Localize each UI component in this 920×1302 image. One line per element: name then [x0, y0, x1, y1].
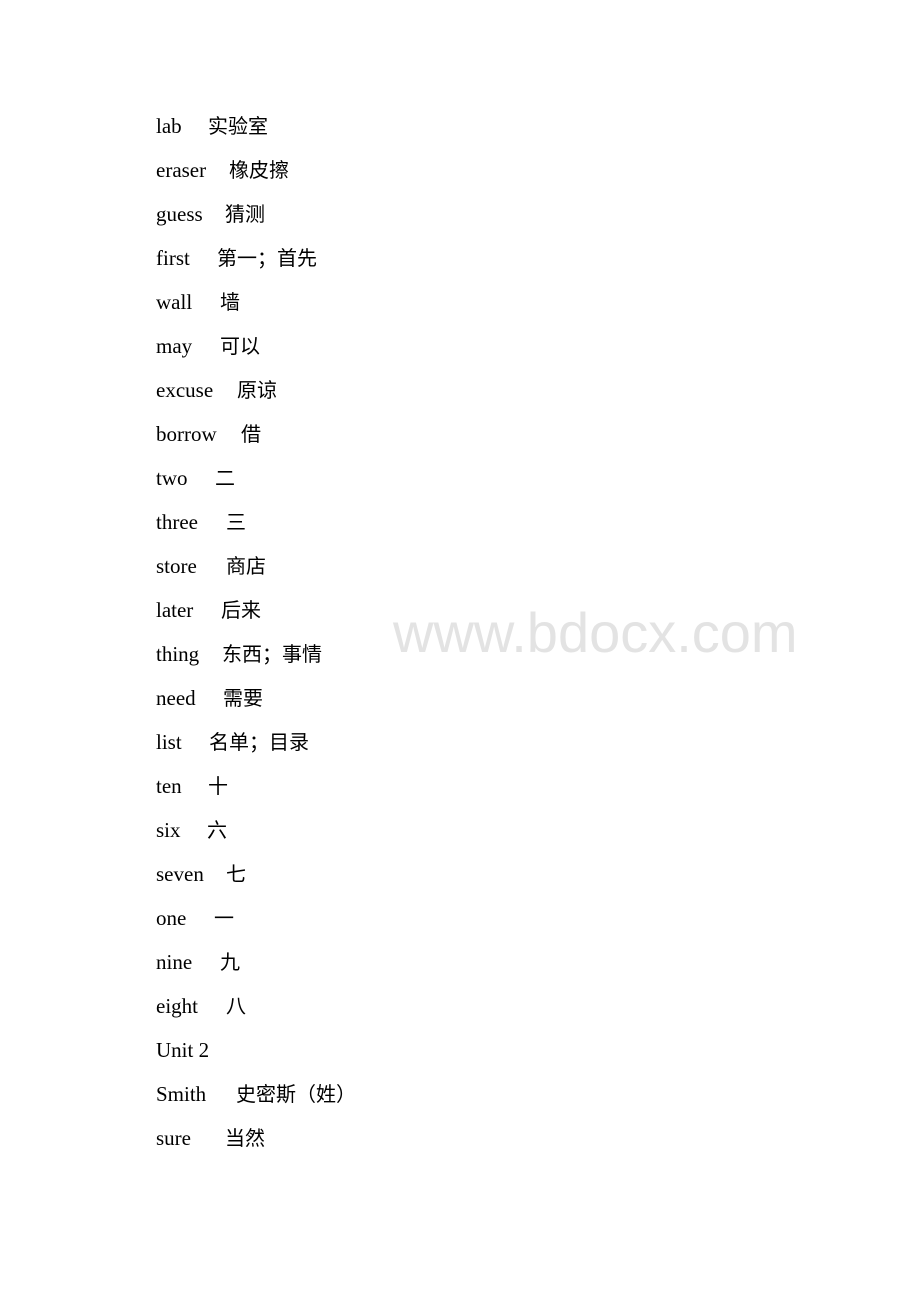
chinese-translation: 九	[220, 950, 240, 974]
chinese-translation: 东西；事情	[222, 642, 322, 666]
watermark: www.bdocx.com	[393, 601, 798, 664]
vocabulary-entry: Smith 史密斯（姓）	[156, 1072, 356, 1116]
vocabulary-entry: eraser 橡皮擦	[156, 148, 289, 192]
english-word: guess	[156, 202, 203, 226]
english-word: store	[156, 554, 197, 578]
vocabulary-entry: three 三	[156, 500, 246, 544]
chinese-translation: 史密斯（姓）	[236, 1082, 356, 1106]
unit-title: Unit 2	[156, 1038, 210, 1062]
chinese-translation: 三	[226, 510, 246, 534]
chinese-translation: 名单；目录	[209, 730, 309, 754]
english-word: ten	[156, 774, 182, 798]
chinese-translation: 商店	[226, 554, 266, 578]
chinese-translation: 借	[241, 422, 261, 446]
vocabulary-entry: nine 九	[156, 940, 240, 984]
english-word: seven	[156, 862, 204, 886]
english-word: one	[156, 906, 187, 930]
english-word: list	[156, 730, 182, 754]
english-word: six	[156, 818, 181, 842]
english-word: two	[156, 466, 188, 490]
chinese-translation: 墙	[220, 290, 240, 314]
english-word: later	[156, 598, 194, 622]
vocabulary-entry: need 需要	[156, 676, 263, 720]
vocabulary-entry: two 二	[156, 456, 235, 500]
english-word: eraser	[156, 158, 207, 182]
english-word: thing	[156, 642, 200, 666]
chinese-translation: 十	[208, 774, 228, 798]
vocabulary-entry: thing 东西；事情	[156, 632, 322, 676]
chinese-translation: 猜测	[225, 202, 265, 226]
english-word: sure	[156, 1126, 191, 1150]
chinese-translation: 后来	[221, 598, 261, 622]
english-word: three	[156, 510, 198, 534]
english-word: may	[156, 334, 193, 358]
chinese-translation: 可以	[220, 334, 260, 358]
vocabulary-entry: later 后来	[156, 588, 261, 632]
chinese-translation: 八	[226, 994, 246, 1018]
vocabulary-entry: borrow 借	[156, 412, 261, 456]
chinese-translation: 二	[215, 466, 235, 490]
vocabulary-entry: eight 八	[156, 984, 246, 1028]
english-word: nine	[156, 950, 193, 974]
english-word: Smith	[156, 1082, 207, 1106]
vocabulary-entry: may 可以	[156, 324, 260, 368]
english-word: lab	[156, 114, 182, 138]
english-word: first	[156, 246, 190, 270]
chinese-translation: 橡皮擦	[229, 158, 289, 182]
document-page: lab 实验室 eraser 橡皮擦 guess 猜测 first 第一；首先 wall 墙 may…	[0, 0, 920, 1302]
chinese-translation: 实验室	[208, 114, 268, 138]
vocabulary-entry: excuse 原谅	[156, 368, 277, 412]
vocabulary-list: lab 实验室 eraser 橡皮擦 guess 猜测 first 第一；首先 wall 墙 may…	[156, 104, 356, 1160]
vocabulary-entry: guess 猜测	[156, 192, 265, 236]
chinese-translation: 需要	[223, 686, 263, 710]
vocabulary-entry: lab 实验室	[156, 104, 268, 148]
vocabulary-entry: seven 七	[156, 852, 246, 896]
chinese-translation: 第一；首先	[217, 246, 317, 270]
chinese-translation: 原谅	[237, 378, 277, 402]
vocabulary-entry: one 一	[156, 896, 234, 940]
vocabulary-entry: list 名单；目录	[156, 720, 309, 764]
chinese-translation: 当然	[225, 1126, 265, 1150]
vocabulary-entry: six 六	[156, 808, 227, 852]
vocabulary-entry: sure 当然	[156, 1116, 265, 1160]
vocabulary-entry: first 第一；首先	[156, 236, 317, 280]
chinese-translation: 七	[226, 862, 246, 886]
chinese-translation: 一	[214, 906, 234, 930]
english-word: eight	[156, 994, 198, 1018]
vocabulary-entry: ten 十	[156, 764, 228, 808]
english-word: wall	[156, 290, 193, 314]
english-word: need	[156, 686, 196, 710]
vocabulary-entry: store 商店	[156, 544, 266, 588]
vocabulary-entry: wall 墙	[156, 280, 240, 324]
chinese-translation: 六	[207, 818, 227, 842]
section-heading: Unit 2	[156, 1028, 217, 1072]
english-word: excuse	[156, 378, 214, 402]
english-word: borrow	[156, 422, 217, 446]
